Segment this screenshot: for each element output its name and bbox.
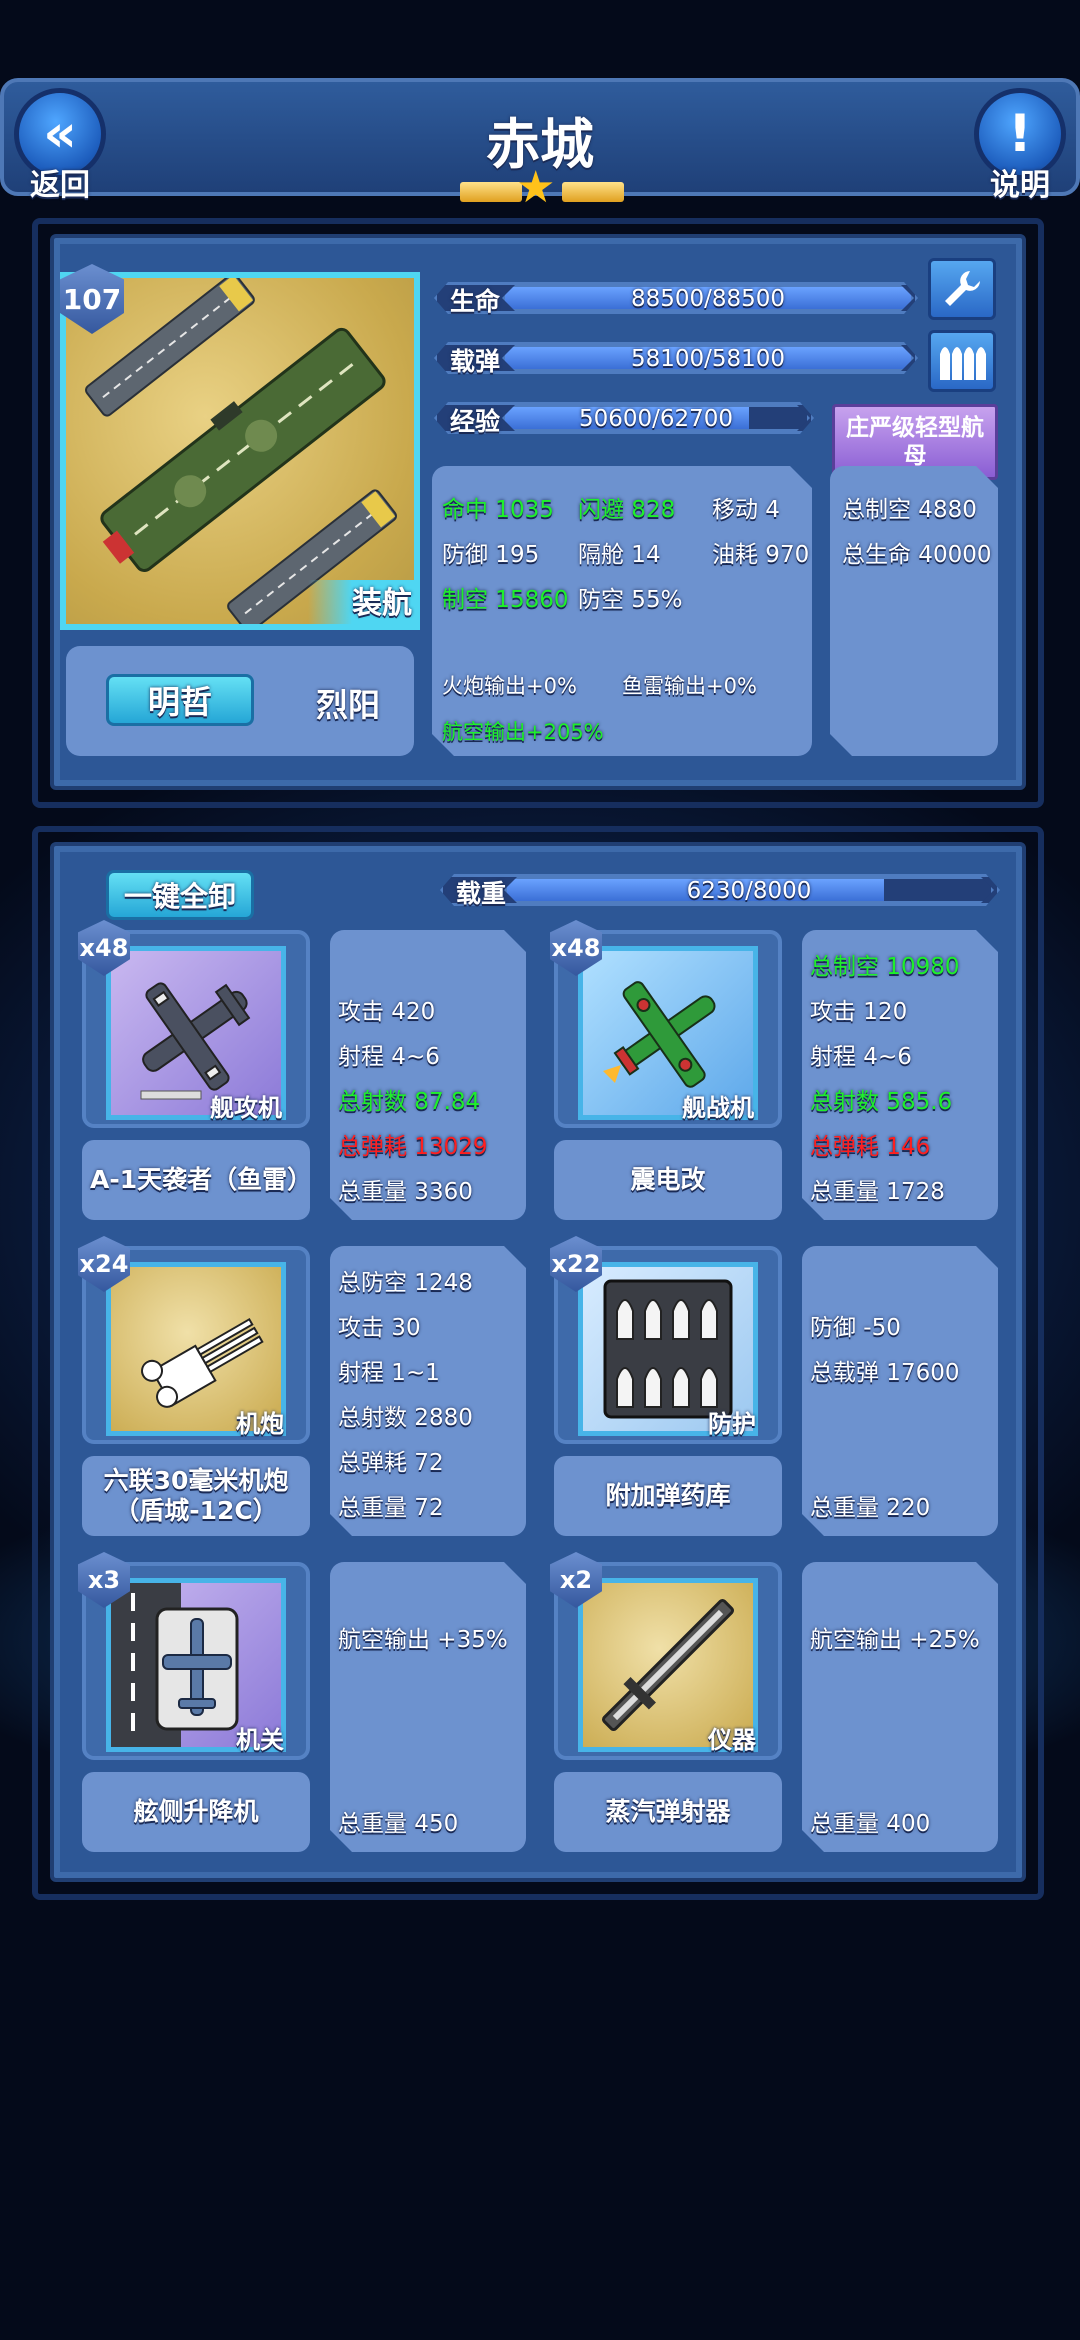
repair-button[interactable] xyxy=(928,258,996,320)
stat-line: 射程 4~6 xyxy=(338,1044,440,1070)
stat-line: 总射数 2880 xyxy=(338,1405,473,1431)
aircraft-carrier-icon xyxy=(85,278,397,624)
equip-count: x2 xyxy=(559,1566,593,1594)
stat-line: 总重量 3360 xyxy=(338,1179,473,1205)
stat-line: 总重量 220 xyxy=(810,1495,931,1521)
move-stat: 移动 4 xyxy=(712,497,780,523)
stat-line: 总射数 585.6 xyxy=(810,1089,953,1115)
torpedo-output-stat: 鱼雷输出+0% xyxy=(622,674,757,698)
stat-line: 攻击 120 xyxy=(810,999,908,1025)
anti-air-stat: 防空 55% xyxy=(578,587,683,613)
star-rail-right xyxy=(562,182,624,202)
stat-line: 射程 4~6 xyxy=(810,1044,912,1070)
equip-name[interactable]: A-1天袭者（鱼雷） xyxy=(82,1140,312,1220)
stat-line: 射程 1~1 xyxy=(338,1360,440,1386)
stat-line: 防御 -50 xyxy=(810,1315,901,1341)
ship-portrait[interactable] xyxy=(60,272,420,630)
level-value: 107 xyxy=(62,282,122,316)
ship-type-tag: 装航 xyxy=(308,580,418,628)
shells-icon xyxy=(940,347,986,380)
ammo-bar: 58100/58100 xyxy=(502,344,914,372)
stat-line: 总重量 72 xyxy=(338,1495,444,1521)
total-hp-stat: 总生命 40000 xyxy=(842,542,992,568)
bulkhead-stat: 隔舱 14 xyxy=(578,542,661,568)
hp-label: 生命 xyxy=(450,287,501,316)
weight-value: 6230/8000 xyxy=(686,878,812,904)
stat-line: 总制空 10980 xyxy=(810,954,960,980)
captain-name: 烈阳 xyxy=(316,686,381,724)
star-rail-left xyxy=(460,182,522,202)
equip-name[interactable]: 舷侧升降机 xyxy=(82,1772,310,1852)
evade-stat: 闪避 828 xyxy=(578,497,676,523)
hp-value: 88500/88500 xyxy=(630,286,786,312)
exp-value: 50600/62700 xyxy=(578,406,734,432)
ammo-label: 载弹 xyxy=(450,347,501,376)
equip-count: x24 xyxy=(79,1250,129,1278)
stat-line: 总弹耗 146 xyxy=(810,1134,931,1160)
ammo-value: 58100/58100 xyxy=(630,346,786,372)
stat-line: 总重量 400 xyxy=(810,1811,931,1837)
stat-line: 总重量 450 xyxy=(338,1811,459,1837)
total-air-stat: 总制空 4880 xyxy=(842,497,977,523)
help-label: 说明 xyxy=(990,168,1050,203)
hp-bar: 88500/88500 xyxy=(502,284,914,312)
equip-count: x48 xyxy=(79,934,129,962)
air-control-stat: 制空 15860 xyxy=(442,587,569,613)
equip-name[interactable]: 蒸汽弹射器 xyxy=(554,1772,782,1852)
weight-label: 载重 xyxy=(456,879,507,908)
air-output-stat: 航空输出+205% xyxy=(442,720,604,744)
stat-line: 航空输出 +35% xyxy=(338,1627,508,1653)
equip-name[interactable]: 六联30毫米机炮（盾城-12C） xyxy=(82,1456,310,1536)
equip-count: x22 xyxy=(551,1250,601,1278)
star-icon: ★ xyxy=(516,162,556,213)
stat-line: 总载弹 17600 xyxy=(810,1360,960,1386)
stat-line: 总射数 87.84 xyxy=(338,1089,481,1115)
stat-line: 总弹耗 13029 xyxy=(338,1134,488,1160)
wrench-icon xyxy=(945,271,980,306)
stat-line: 总重量 1728 xyxy=(810,1179,945,1205)
defense-stat: 防御 195 xyxy=(442,542,540,568)
stat-line: 攻击 30 xyxy=(338,1315,421,1341)
fuel-stat: 油耗 970 xyxy=(712,542,810,568)
equip-count: x48 xyxy=(551,934,601,962)
equip-name[interactable]: 附加弹药库 xyxy=(554,1456,782,1536)
unload-all-button[interactable]: 一键全卸 xyxy=(106,870,254,920)
gun-output-stat: 火炮输出+0% xyxy=(442,674,577,698)
exp-label: 经验 xyxy=(450,407,501,436)
stat-line: 攻击 420 xyxy=(338,999,436,1025)
stat-line: 总防空 1248 xyxy=(338,1270,473,1296)
stat-line: 总弹耗 72 xyxy=(338,1450,444,1476)
weight-bar: 6230/8000 xyxy=(504,876,994,904)
stat-line: 航空输出 +25% xyxy=(810,1627,980,1653)
exp-bar: 50600/62700 xyxy=(502,404,810,432)
exclamation-icon: ! xyxy=(1008,104,1032,164)
captain-button[interactable]: 明哲 xyxy=(106,674,254,726)
hit-stat: 命中 1035 xyxy=(442,497,554,523)
equip-count: x3 xyxy=(87,1566,121,1594)
ammo-refill-button[interactable] xyxy=(928,330,996,392)
equip-name[interactable]: 震电改 xyxy=(554,1140,782,1220)
